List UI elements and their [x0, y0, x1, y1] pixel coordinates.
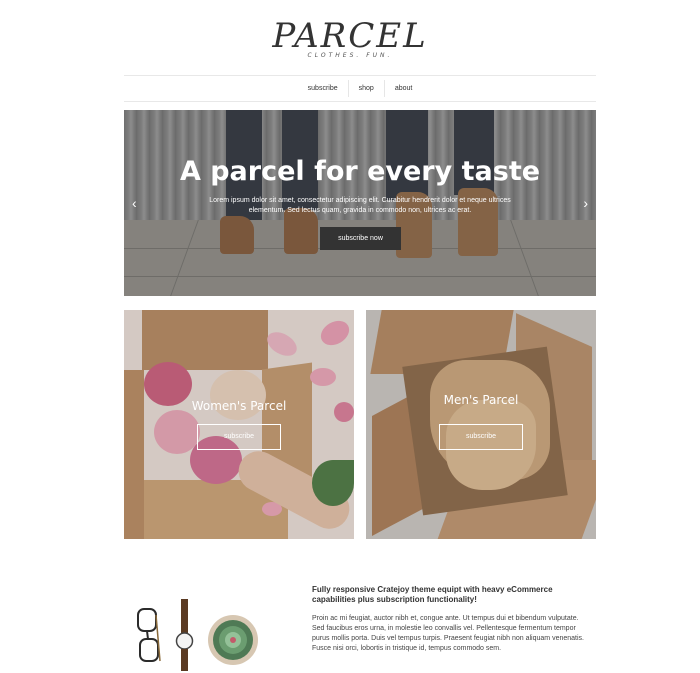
slider-next-arrow-icon[interactable]: › [583, 195, 588, 211]
slider-prev-arrow-icon[interactable]: ‹ [132, 195, 137, 211]
about-text: Proin ac mi feugiat, auctor nibh et, con… [312, 615, 584, 652]
nav-item-shop[interactable]: shop [349, 80, 384, 97]
nav-item-subscribe[interactable]: subscribe [298, 80, 348, 97]
watch-icon [175, 599, 194, 671]
mens-parcel-title: Men's Parcel [443, 393, 519, 407]
eyeglasses-icon [137, 608, 161, 662]
hero-slider: ‹ › A parcel for every taste Lorem ipsum… [124, 110, 596, 296]
accessories-image [132, 595, 272, 673]
mens-subscribe-button[interactable]: subscribe [439, 424, 523, 450]
accessories-illustration [137, 599, 258, 671]
succulent-plant-icon [208, 615, 258, 665]
mens-parcel-tile[interactable]: Men's Parcel subscribe [366, 310, 596, 539]
hero-title: A parcel for every taste [179, 156, 541, 187]
site-logo[interactable]: PARCEL CLOTHES. FUN. [0, 18, 700, 59]
nav-item-about[interactable]: about [385, 80, 423, 97]
hero-description: Lorem ipsum dolor sit amet, consectetur … [209, 197, 511, 214]
womens-parcel-title: Women's Parcel [191, 399, 287, 413]
logo-tagline: CLOTHES. FUN. [307, 52, 393, 59]
main-nav: subscribe shop about [124, 75, 596, 102]
womens-subscribe-button[interactable]: subscribe [197, 424, 281, 450]
womens-parcel-tile[interactable]: Women's Parcel subscribe [124, 310, 354, 539]
about-heading: Fully responsive Cratejoy theme equipt w… [312, 585, 553, 604]
subscribe-now-button[interactable]: subscribe now [320, 227, 401, 250]
logo-wordmark: PARCEL [272, 16, 428, 56]
